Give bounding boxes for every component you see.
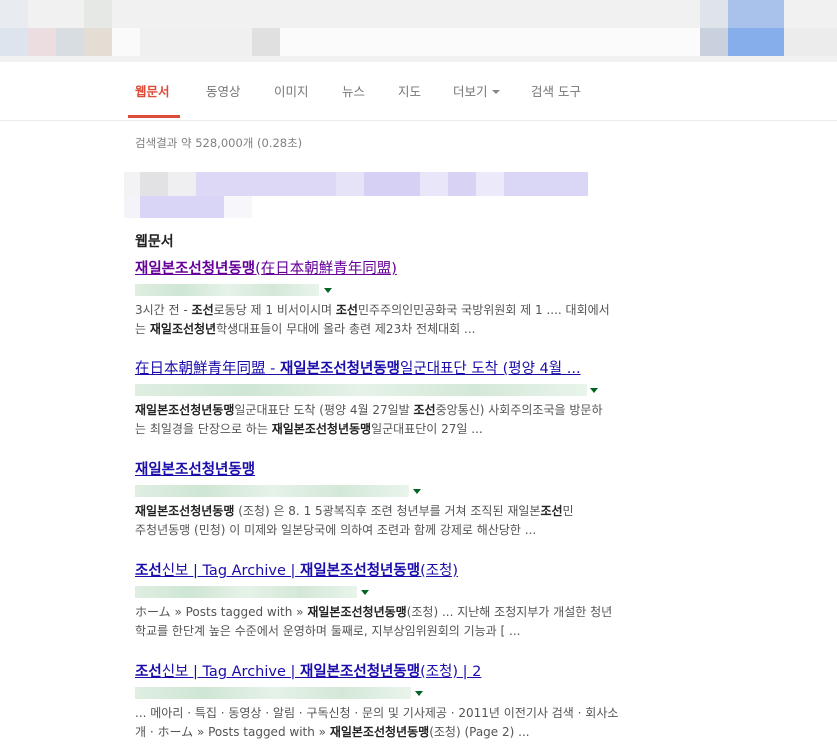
snippet-line: 3시간 전 - 조선로동당 제 1 비서이시며 조선민주주의인민공화국 국방위원… <box>135 303 610 317</box>
tab-video[interactable]: 동영상 <box>206 81 241 100</box>
blurred-url <box>135 384 587 396</box>
tab-search-tools[interactable]: 검색 도구 <box>531 81 581 100</box>
url-dropdown-icon[interactable] <box>413 489 421 494</box>
search-result: 재일본조선청년동맹 재일본조선청년동맹 (조청) 은 8. 1 5광복직후 조련… <box>135 458 655 540</box>
tab-more-label: 더보기 <box>453 84 488 99</box>
search-result: 재일본조선청년동맹(在日本朝鮮青年同盟) 3시간 전 - 조선로동당 제 1 비… <box>135 257 655 339</box>
tab-images[interactable]: 이미지 <box>274 81 309 100</box>
result-title-link[interactable]: 조선신보 | Tag Archive | 재일본조선청년동맹(조청) | 2 <box>135 660 655 681</box>
url-dropdown-icon[interactable] <box>415 691 423 696</box>
search-tabs: 웹문서 동영상 이미지 뉴스 지도 더보기 검색 도구 <box>0 62 837 121</box>
result-snippet: ... 메아리 · 특집 · 동영상 · 알림 · 구독신청 · 문의 및 기사… <box>135 704 655 742</box>
url-dropdown-icon[interactable] <box>590 388 598 393</box>
snippet-line: 는 최일경을 단장으로 하는 재일본조선청년동맹일군대표단이 27일 ... <box>135 422 483 436</box>
search-result: 조선신보 | Tag Archive | 재일본조선청년동맹(조청) ホーム »… <box>135 559 655 641</box>
snippet-line: 재일본조선청년동맹 (조청) 은 8. 1 5광복직후 조련 청년부를 거쳐 조… <box>135 504 574 518</box>
blurred-url <box>135 485 409 497</box>
tab-news[interactable]: 뉴스 <box>342 81 365 100</box>
blurred-url <box>135 687 411 699</box>
result-url <box>135 483 655 499</box>
result-snippet: ホーム » Posts tagged with » 재일본조선청년동맹(조청) … <box>135 603 655 641</box>
blurred-url <box>135 284 319 296</box>
section-heading: 웹문서 <box>135 234 174 250</box>
snippet-line: 학교를 한단계 높은 수준에서 운영하며 둘째로, 지부상임위원회의 기능과 [… <box>135 624 521 638</box>
snippet-line: ... 메아리 · 특집 · 동영상 · 알림 · 구독신청 · 문의 및 기사… <box>135 706 619 720</box>
snippet-line: 는 재일조선청년학생대표들이 무대에 올라 총련 제23차 전체대회 ... <box>135 322 476 336</box>
result-title-link[interactable]: 재일본조선청년동맹(在日本朝鮮青年同盟) <box>135 257 655 278</box>
result-snippet: 3시간 전 - 조선로동당 제 1 비서이시며 조선민주주의인민공화국 국방위원… <box>135 301 655 339</box>
result-stats: 검색결과 약 528,000개 (0.28초) <box>135 136 303 150</box>
result-title-link[interactable]: 조선신보 | Tag Archive | 재일본조선청년동맹(조청) <box>135 559 655 580</box>
blurred-url <box>135 586 357 598</box>
tab-maps[interactable]: 지도 <box>398 81 421 100</box>
search-result: 조선신보 | Tag Archive | 재일본조선청년동맹(조청) | 2 .… <box>135 660 655 742</box>
snippet-line: ホーム » Posts tagged with » 재일본조선청년동맹(조청) … <box>135 605 613 619</box>
tab-more[interactable]: 더보기 <box>453 81 500 100</box>
active-tab-indicator <box>128 115 180 118</box>
snippet-line: 주청년동맹 (민청) 이 미제와 일본당국에 의하여 조련과 함께 강제로 해산… <box>135 523 537 537</box>
snippet-line: 재일본조선청년동맹일군대표단 도착 (평양 4월 27일발 조선중앙통신) 사회… <box>135 403 603 417</box>
url-dropdown-icon[interactable] <box>361 590 369 595</box>
result-url <box>135 382 655 398</box>
result-snippet: 재일본조선청년동맹일군대표단 도착 (평양 4월 27일발 조선중앙통신) 사회… <box>135 401 655 439</box>
blurred-header <box>0 0 837 63</box>
caret-down-icon <box>491 89 500 94</box>
search-result: 在日本朝鮮青年同盟 - 재일본조선청년동맹일군대표단 도착 (평양 4월 ...… <box>135 357 655 439</box>
result-url <box>135 584 655 600</box>
result-url <box>135 685 655 701</box>
url-dropdown-icon[interactable] <box>324 288 332 293</box>
result-title-link[interactable]: 在日本朝鮮青年同盟 - 재일본조선청년동맹일군대표단 도착 (평양 4월 ... <box>135 357 655 378</box>
result-title-link[interactable]: 재일본조선청년동맹 <box>135 458 655 479</box>
tab-web[interactable]: 웹문서 <box>135 81 170 100</box>
result-snippet: 재일본조선청년동맹 (조청) 은 8. 1 5광복직후 조련 청년부를 거쳐 조… <box>135 502 655 540</box>
snippet-line: 개 · ホーム » Posts tagged with » 재일본조선청년동맹(… <box>135 725 530 739</box>
blurred-ad-block <box>124 172 588 218</box>
result-url <box>135 282 655 298</box>
